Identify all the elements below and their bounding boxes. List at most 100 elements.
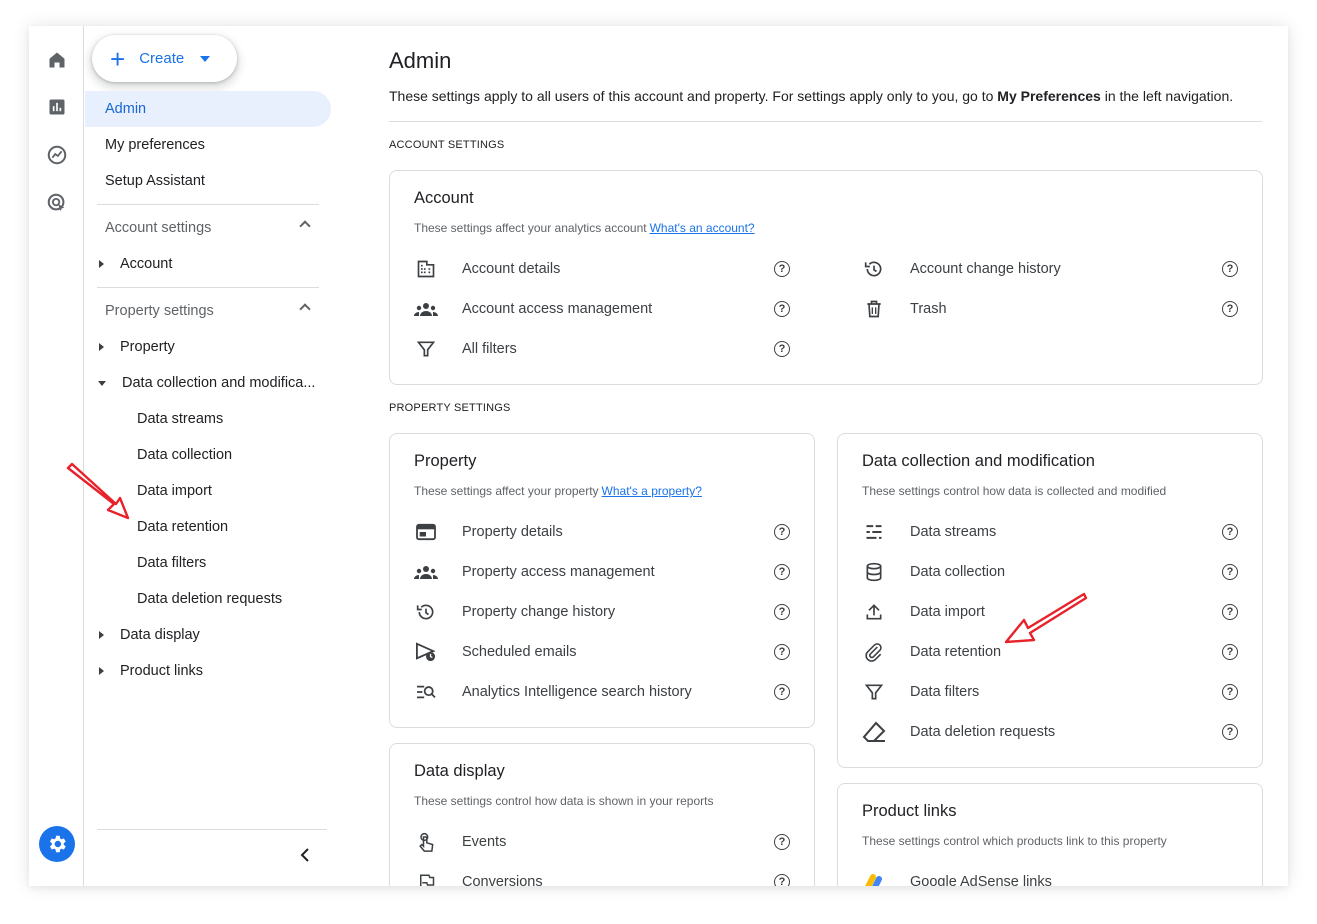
help-icon[interactable]: ? — [774, 524, 790, 540]
nav-admin[interactable]: Admin — [85, 91, 331, 127]
chevron-up-icon — [299, 220, 311, 232]
help-icon[interactable]: ? — [774, 834, 790, 850]
plus-icon: + — [110, 43, 126, 74]
trash-label: Trash — [910, 301, 947, 317]
data-deletion-requests-row[interactable]: Data deletion requests — [862, 712, 1055, 752]
collapse-nav-button[interactable] — [298, 848, 312, 862]
help-icon[interactable]: ? — [774, 684, 790, 700]
account-details-row[interactable]: Account details — [414, 249, 560, 289]
help-icon[interactable]: ? — [1222, 564, 1238, 580]
adsense-links-row[interactable]: Google AdSense links — [862, 862, 1052, 886]
nav-property[interactable]: Property — [85, 329, 331, 365]
history-icon — [862, 257, 886, 281]
nav-account[interactable]: Account — [85, 246, 331, 282]
account-card-desc-text: These settings affect your analytics acc… — [414, 221, 647, 235]
conversions-label: Conversions — [462, 874, 543, 886]
nav-setup-assistant-label: Setup Assistant — [105, 173, 205, 189]
trash-row[interactable]: Trash — [862, 289, 947, 329]
account-access-row[interactable]: Account access management — [414, 289, 652, 329]
expand-arrow-icon — [99, 631, 104, 639]
data-import-row[interactable]: Data import — [862, 592, 985, 632]
help-icon[interactable]: ? — [1222, 604, 1238, 620]
explore-icon[interactable] — [44, 142, 70, 168]
product-links-card-description: These settings control which products li… — [862, 834, 1167, 848]
nav-property-label: Property — [120, 339, 175, 355]
help-icon[interactable]: ? — [774, 564, 790, 580]
divider — [389, 121, 1262, 122]
data-streams-row[interactable]: Data streams — [862, 512, 996, 552]
whats-an-account-link[interactable]: What's an account? — [650, 221, 755, 235]
nav-data-import-label: Data import — [137, 483, 212, 499]
help-icon[interactable]: ? — [774, 261, 790, 277]
nav-data-collection-modification[interactable]: Data collection and modifica... — [85, 365, 347, 401]
admin-nav: + Create Admin My preferences Setup Assi… — [85, 26, 347, 886]
help-icon[interactable]: ? — [1222, 644, 1238, 660]
admin-gear-icon[interactable] — [39, 826, 75, 862]
all-filters-label: All filters — [462, 341, 517, 357]
conversions-row[interactable]: Conversions — [414, 862, 543, 886]
scheduled-emails-row[interactable]: Scheduled emails — [414, 632, 576, 672]
divider — [97, 287, 319, 288]
events-row[interactable]: Events — [414, 822, 506, 862]
nav-data-filters[interactable]: Data filters — [85, 545, 331, 581]
reports-icon[interactable] — [44, 94, 70, 120]
property-details-row[interactable]: Property details — [414, 512, 563, 552]
data-filters-row[interactable]: Data filters — [862, 672, 979, 712]
help-icon[interactable]: ? — [1222, 301, 1238, 317]
nav-account-settings[interactable]: Account settings — [85, 210, 321, 246]
home-icon[interactable] — [44, 47, 70, 73]
account-card-description: These settings affect your analytics acc… — [414, 221, 755, 235]
data-collection-label: Data collection — [910, 564, 1006, 580]
data-display-card: Data display These settings control how … — [389, 743, 815, 886]
help-icon[interactable]: ? — [774, 874, 790, 886]
help-icon[interactable]: ? — [774, 604, 790, 620]
adsense-links-label: Google AdSense links — [910, 874, 1052, 886]
people-icon — [414, 560, 438, 584]
streams-icon — [862, 520, 886, 544]
property-access-row[interactable]: Property access management — [414, 552, 655, 592]
nav-my-preferences-label: My preferences — [105, 137, 205, 153]
expand-arrow-icon — [99, 260, 104, 268]
events-label: Events — [462, 834, 507, 850]
help-icon[interactable]: ? — [1222, 724, 1238, 740]
help-icon[interactable]: ? — [1222, 261, 1238, 277]
help-icon[interactable]: ? — [774, 644, 790, 660]
nav-my-preferences[interactable]: My preferences — [85, 127, 331, 163]
data-deletion-requests-label: Data deletion requests — [910, 724, 1056, 740]
annotation-arrow-right — [1004, 592, 1088, 644]
account-change-history-row[interactable]: Account change history — [862, 249, 1061, 289]
dcm-card-title: Data collection and modification — [862, 452, 1095, 470]
touch-icon — [414, 830, 438, 854]
nav-setup-assistant[interactable]: Setup Assistant — [85, 163, 331, 199]
help-icon[interactable]: ? — [1222, 684, 1238, 700]
product-links-card: Product links These settings control whi… — [837, 783, 1263, 886]
data-collection-row[interactable]: Data collection — [862, 552, 1005, 592]
nav-data-deletion-requests[interactable]: Data deletion requests — [85, 581, 331, 617]
data-import-label: Data import — [910, 604, 985, 620]
data-filters-label: Data filters — [910, 684, 980, 700]
property-change-history-row[interactable]: Property change history — [414, 592, 615, 632]
nav-property-settings[interactable]: Property settings — [85, 293, 321, 329]
nav-product-links-label: Product links — [120, 663, 204, 679]
page-description-tail: in the left navigation. — [1100, 88, 1234, 104]
nav-data-streams[interactable]: Data streams — [85, 401, 331, 437]
help-icon[interactable]: ? — [1222, 524, 1238, 540]
annotation-arrow-left — [66, 462, 130, 520]
all-filters-row[interactable]: All filters — [414, 329, 517, 369]
property-details-label: Property details — [462, 524, 563, 540]
adsense-logo-icon — [862, 870, 886, 886]
app-window: + Create Admin My preferences Setup Assi… — [29, 26, 1288, 886]
nav-data-display[interactable]: Data display — [85, 617, 331, 653]
property-card-desc-text: These settings affect your property — [414, 484, 599, 498]
help-icon[interactable]: ? — [774, 301, 790, 317]
building-icon — [414, 257, 438, 281]
data-streams-label: Data streams — [910, 524, 997, 540]
data-retention-row[interactable]: Data retention — [862, 632, 1001, 672]
whats-a-property-link[interactable]: What's a property? — [602, 484, 702, 498]
help-icon[interactable]: ? — [774, 341, 790, 357]
advertising-icon[interactable] — [44, 190, 70, 216]
nav-product-links[interactable]: Product links — [85, 653, 331, 689]
scheduled-emails-label: Scheduled emails — [462, 644, 577, 660]
intelligence-search-history-row[interactable]: Analytics Intelligence search history — [414, 672, 692, 712]
create-button[interactable]: + Create — [92, 35, 237, 82]
